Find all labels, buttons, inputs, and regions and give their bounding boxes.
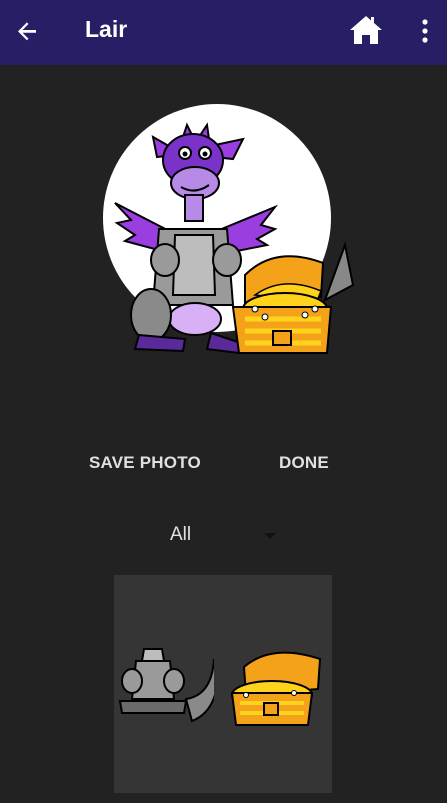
home-icon: [350, 16, 382, 44]
dropdown-caret-icon: [264, 533, 276, 539]
treasure-chest-sticker[interactable]: [224, 639, 324, 729]
back-button[interactable]: [14, 17, 42, 45]
app-toolbar: Lair: [0, 0, 447, 65]
app-root: Lair SAVE PHOTO DONE All: [0, 0, 447, 803]
done-button[interactable]: DONE: [279, 453, 329, 473]
lair-preview-image: [95, 95, 360, 365]
category-filter-dropdown[interactable]: All: [150, 520, 300, 552]
knight-armor-sticker[interactable]: [114, 639, 220, 729]
sticker-grid: [114, 575, 332, 793]
more-options-button[interactable]: [416, 17, 434, 45]
category-filter-value: All: [170, 524, 192, 545]
more-vert-icon: [422, 19, 428, 43]
page-title: Lair: [85, 16, 128, 42]
save-photo-button[interactable]: SAVE PHOTO: [89, 453, 201, 473]
arrow-back-icon: [18, 22, 36, 41]
home-button[interactable]: [349, 14, 383, 46]
